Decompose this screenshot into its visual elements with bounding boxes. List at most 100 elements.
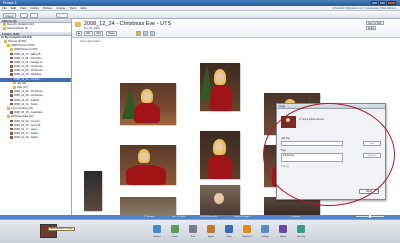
account-email[interactable]: dthorne2170@yahoo.com bbox=[333, 7, 363, 10]
thumb-icon bbox=[10, 98, 13, 102]
sync-to-web-button[interactable]: Sync to Web bbox=[366, 21, 384, 25]
thumb-icon bbox=[10, 65, 13, 68]
folder-description[interactable]: Add a description bbox=[80, 40, 100, 43]
tray-export-button[interactable]: Export bbox=[204, 223, 218, 242]
done-button[interactable]: Done bbox=[359, 189, 379, 194]
thumb-icon bbox=[10, 123, 13, 127]
photo-thumbnail[interactable] bbox=[120, 145, 176, 185]
thumb-icon bbox=[10, 132, 13, 135]
tray-movie-button[interactable]: Movie bbox=[276, 223, 290, 242]
tray-button-label: Geo-Tag bbox=[296, 236, 306, 238]
tray-blogthis-button[interactable]: BlogThis! bbox=[240, 223, 254, 242]
export-icon bbox=[207, 225, 215, 233]
sidebar: Albums (2) Recently Updated (123) Starre… bbox=[0, 19, 72, 215]
tree-folder-label: Gifts (27) bbox=[17, 86, 28, 90]
tree-folder-label: 2008_06_15 - Graduatio... bbox=[14, 111, 45, 115]
thumb-icon bbox=[10, 94, 13, 97]
photo-thumbnail[interactable] bbox=[84, 171, 102, 211]
sort-button[interactable] bbox=[30, 12, 38, 18]
search-icon[interactable]: ⌕ bbox=[56, 12, 68, 18]
tray-collage-button[interactable]: Collage bbox=[258, 223, 272, 242]
minimize-button[interactable] bbox=[371, 0, 378, 5]
tree-folder-label: 2008_11_25 - Christmas... bbox=[14, 65, 45, 69]
people-filter-icon[interactable] bbox=[143, 31, 148, 36]
tags-dialog: Tags 27 items (photo shown) Add Tag Add … bbox=[276, 103, 386, 200]
add-tag-input[interactable] bbox=[281, 141, 343, 146]
upload-icon bbox=[153, 225, 161, 233]
share-header-button[interactable]: Share bbox=[366, 26, 377, 30]
tray-button-label: Email bbox=[172, 236, 178, 238]
edit-button[interactable]: Edit bbox=[84, 31, 93, 36]
tray-shop-button[interactable]: Shop bbox=[222, 223, 236, 242]
remove-tag-button[interactable]: Remove bbox=[363, 153, 381, 158]
photo-thumbnail[interactable] bbox=[120, 197, 176, 215]
dialog-title: Tags bbox=[277, 104, 385, 109]
tray-button-label: Collage bbox=[261, 236, 269, 238]
dialog-info: 27 items (photo shown) bbox=[299, 118, 324, 121]
tray-geo-tag-button[interactable]: Geo-Tag bbox=[294, 223, 308, 242]
zoom-slider[interactable] bbox=[356, 215, 384, 219]
folder-icon bbox=[10, 48, 13, 51]
share-button[interactable]: Share bbox=[106, 31, 117, 36]
tree-folder-label: 2008_12_25 - Christmas... bbox=[14, 90, 45, 94]
tree-folder-label: 2008_10_?? - Halley B... bbox=[14, 52, 43, 56]
tray-email-button[interactable]: Email bbox=[168, 223, 182, 242]
tree-folder-label: 2009_01_15 - Jenny B... bbox=[14, 123, 43, 127]
folder-title[interactable]: 2008_12_24 - Christmas Eve - UTS bbox=[84, 21, 171, 27]
play-button[interactable]: ▶ bbox=[76, 31, 83, 36]
star-icon bbox=[3, 27, 6, 30]
close-button[interactable] bbox=[387, 0, 396, 5]
web-button[interactable]: Web bbox=[94, 31, 104, 36]
tray-button-label: Print bbox=[190, 236, 196, 238]
picasa-window: Picasa 3 File Edit View Folder Picture Create… bbox=[0, 0, 400, 243]
thumb-icon bbox=[10, 52, 13, 56]
thumb-icon bbox=[10, 56, 13, 60]
album-icon bbox=[3, 23, 6, 26]
folder-icon bbox=[7, 106, 10, 110]
tree-folder-label: 2008_12_26 - Christmas... bbox=[14, 94, 45, 98]
folder-header: 2008_12_24 - Christmas Eve - UTS Dec 24,… bbox=[72, 19, 400, 38]
shop-icon bbox=[225, 225, 233, 233]
thumb-icon bbox=[10, 90, 13, 93]
photo-thumbnail[interactable] bbox=[200, 185, 240, 215]
tray-print-button[interactable]: Print bbox=[186, 223, 200, 242]
dialog-photo-preview bbox=[281, 116, 296, 128]
photo-thumbnail[interactable] bbox=[120, 83, 176, 125]
maximize-button[interactable] bbox=[379, 0, 386, 5]
thumb-icon bbox=[10, 119, 13, 123]
folder-date: Dec 24, 2008 bbox=[84, 27, 100, 30]
tree-folder-label: 2008_11_20 - The Mom... bbox=[14, 56, 44, 60]
photo-thumbnail[interactable] bbox=[200, 63, 240, 111]
tree-folder-label: 2009_01_09 - Country... bbox=[14, 119, 42, 123]
thumb-icon bbox=[10, 102, 13, 106]
thumb-icon bbox=[10, 127, 13, 131]
tree-folder-label: 2009_01_17 - Hens... bbox=[14, 128, 39, 132]
web-albums-link[interactable]: Web Albums bbox=[381, 7, 396, 10]
tree-folder-label: 2008_12_18 - Wedding... bbox=[14, 73, 44, 77]
add-tag-button[interactable]: Add bbox=[363, 141, 381, 146]
view-toggle-button[interactable] bbox=[20, 12, 28, 18]
add-tag-label: Add Tag bbox=[281, 137, 290, 140]
email-icon bbox=[171, 225, 179, 233]
tags-label: Tags bbox=[281, 149, 287, 152]
star-filter-icon[interactable] bbox=[136, 31, 141, 36]
tray-button-label: Shop bbox=[226, 236, 232, 238]
thumb-icon bbox=[10, 111, 13, 114]
import-button[interactable]: Import bbox=[3, 12, 16, 18]
thumb-icon bbox=[10, 77, 13, 81]
photo-thumbnail[interactable] bbox=[200, 131, 240, 179]
tray-button-label: BlogThis! bbox=[242, 236, 252, 238]
zoom-slider-thumb[interactable] bbox=[369, 215, 371, 219]
tree-folder-label: 2008_12_24 - Christm... bbox=[14, 77, 42, 81]
tray-button-label: Upload bbox=[153, 236, 161, 238]
tags-list[interactable]: Christmas bbox=[281, 153, 343, 162]
geo-filter-icon[interactable] bbox=[150, 31, 155, 36]
print-icon bbox=[189, 225, 197, 233]
tree-folder-label: Pictures (8,780) bbox=[8, 40, 27, 44]
tree-folder-item[interactable]: 2009_01_29 - Caleb... bbox=[0, 136, 71, 140]
tray-button-label: Export bbox=[207, 236, 215, 238]
tray-upload-button[interactable]: Upload bbox=[150, 223, 164, 242]
screensaver-link[interactable]: Screensaver bbox=[365, 7, 380, 10]
geo-tag-icon bbox=[297, 225, 305, 233]
tree-folder-label: 2008_12_31 - Sonic... bbox=[14, 102, 40, 106]
